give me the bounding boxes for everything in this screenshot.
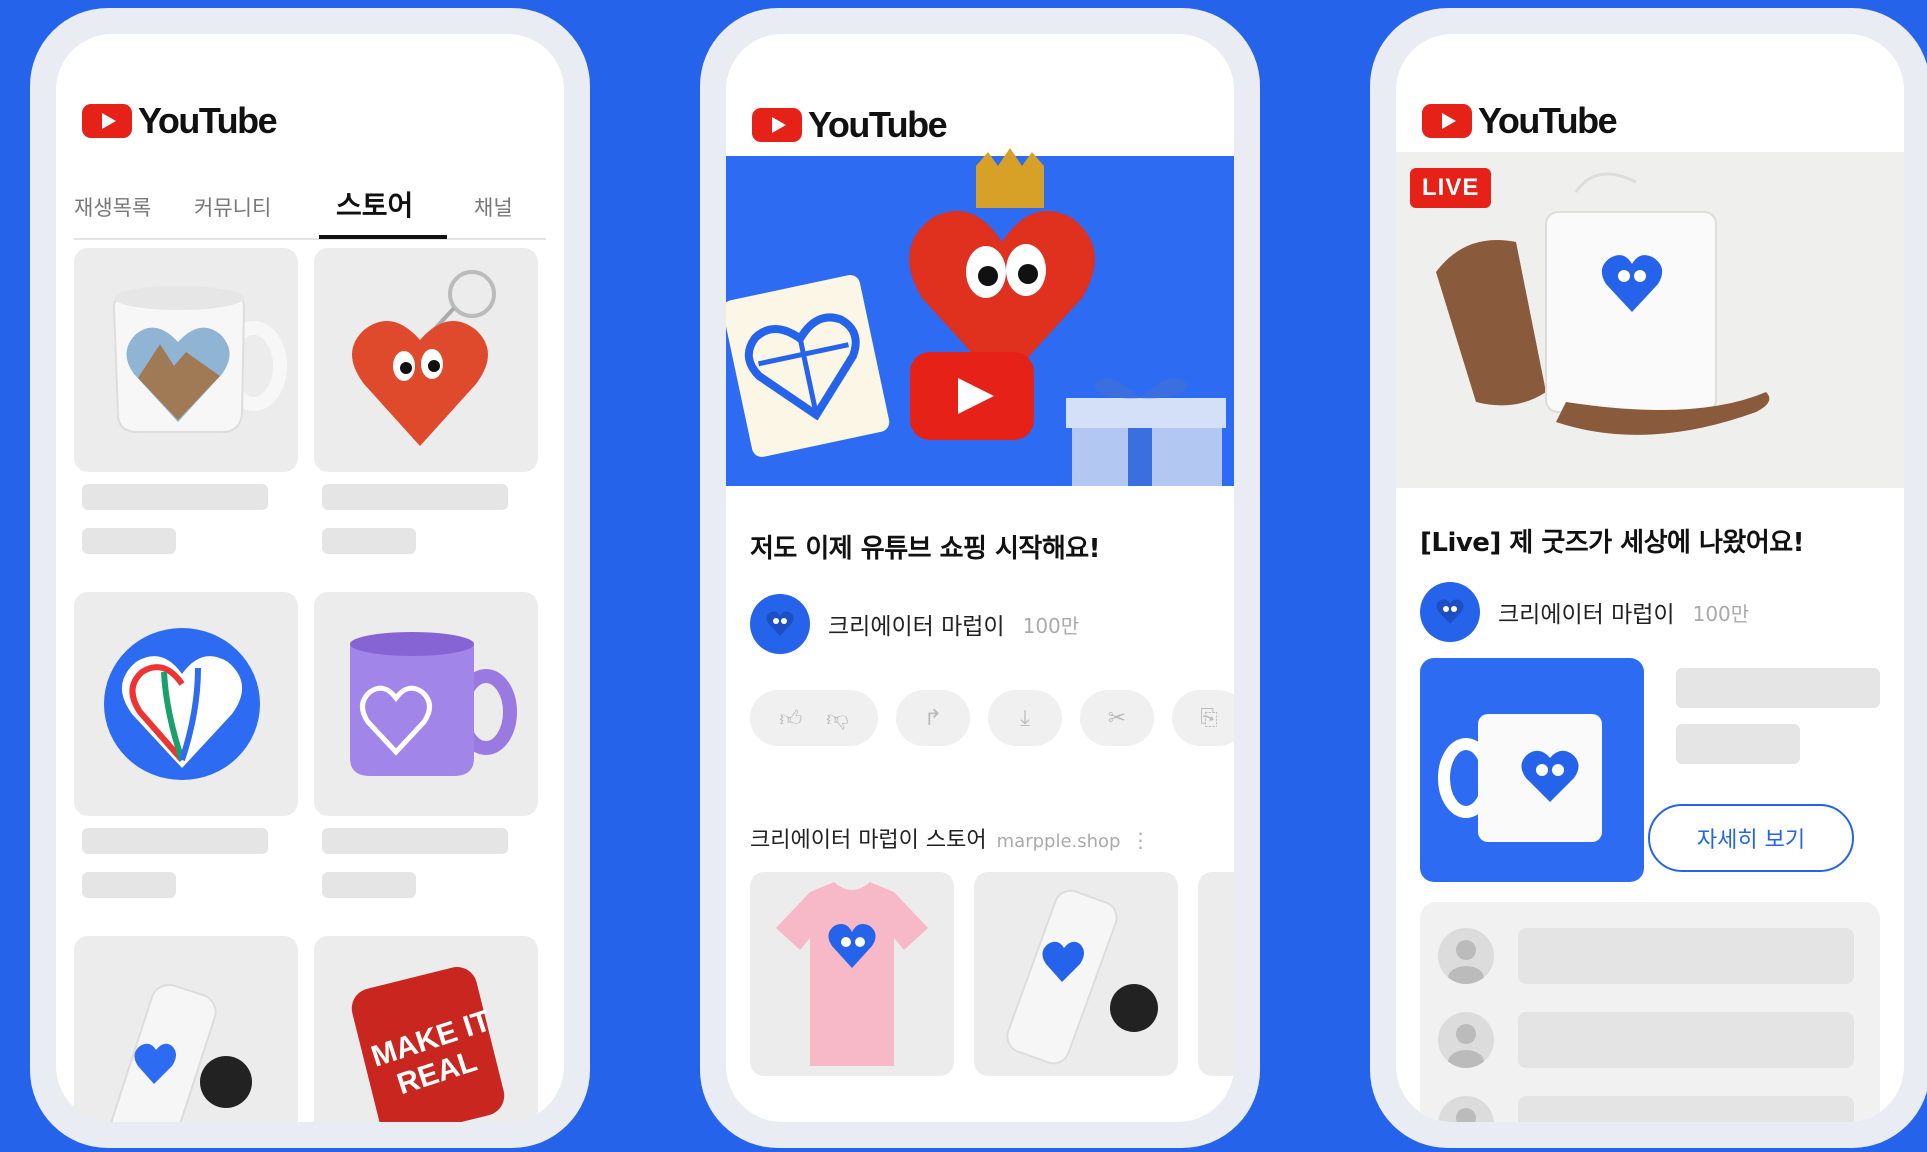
phone-screen: YouTube 저도 이제 유튜브 쇼핑 시작해요! 크리에이터 마럽이 100… <box>726 34 1234 1122</box>
featured-product-card[interactable] <box>1420 658 1644 882</box>
thumbs-down-icon: 👎︎ <box>826 706 849 732</box>
more-options-icon[interactable]: ⋮ <box>1130 828 1150 852</box>
channel-avatar[interactable] <box>750 594 810 654</box>
user-avatar-icon <box>1448 940 1484 984</box>
skeleton-comment <box>1518 1096 1854 1122</box>
youtube-logo[interactable]: YouTube <box>1422 100 1618 142</box>
user-avatar <box>1438 928 1494 984</box>
user-avatar-icon <box>1456 1108 1476 1122</box>
youtube-play-icon <box>1422 104 1472 138</box>
skeleton-title <box>322 828 508 854</box>
thumbs-up-icon: 👍︎ <box>779 706 803 732</box>
tab-community[interactable]: 커뮤니티 <box>194 192 271 222</box>
phone-screen: YouTube LIVE [Live] 제 굿즈가 세상에 나왔어요! 크리에이… <box>1396 34 1904 1122</box>
save-button[interactable]: ⎘ <box>1172 690 1234 746</box>
channel-name: 크리에이터 마럽이 <box>1498 602 1675 628</box>
phone-live: YouTube LIVE [Live] 제 굿즈가 세상에 나왔어요! 크리에이… <box>1370 8 1927 1148</box>
skeleton-title <box>322 484 508 510</box>
channel-row[interactable]: 크리에이터 마럽이 100만 <box>750 594 1079 654</box>
product-card[interactable] <box>74 936 298 1122</box>
mug-icon <box>350 632 517 776</box>
skeleton-price <box>82 528 176 554</box>
youtube-play-icon <box>82 104 132 138</box>
user-avatar <box>1438 1096 1494 1122</box>
skeleton-price <box>1676 724 1800 764</box>
tumbler-icon <box>102 983 252 1122</box>
skeleton-title <box>82 828 268 854</box>
video-title: [Live] 제 굿즈가 세상에 나왔어요! <box>1420 528 1805 558</box>
live-video-player[interactable]: LIVE <box>1396 152 1904 488</box>
mug-icon <box>1438 714 1602 842</box>
skeleton-price <box>322 872 416 898</box>
product-card[interactable] <box>74 248 298 472</box>
sticker-icon <box>104 628 260 780</box>
tumbler-icon <box>1006 889 1158 1065</box>
subscriber-count: 100만 <box>1692 601 1750 626</box>
view-details-button[interactable]: 자세히 보기 <box>1648 804 1854 872</box>
download-button[interactable]: ⤓ <box>988 690 1062 746</box>
tab-store[interactable]: 스토어 <box>336 184 413 224</box>
skeleton-title <box>82 484 268 510</box>
video-thumbnail <box>726 148 1226 486</box>
product-card-partial[interactable] <box>1198 872 1234 1076</box>
skeleton-price <box>322 528 416 554</box>
video-title: 저도 이제 유튜브 쇼핑 시작해요! <box>750 534 1101 564</box>
product-card[interactable] <box>974 872 1178 1076</box>
active-tab-underline <box>319 235 447 239</box>
heart-mascot-icon <box>766 611 794 636</box>
phone-video: YouTube 저도 이제 유튜브 쇼핑 시작해요! 크리에이터 마럽이 100… <box>700 8 1260 1148</box>
store-title: 크리에이터 마럽이 스토어 <box>750 828 987 853</box>
youtube-wordmark: YouTube <box>138 100 278 141</box>
live-chat <box>1420 902 1880 1122</box>
keychain-icon <box>352 270 496 446</box>
save-icon: ⎘ <box>1200 705 1218 731</box>
user-avatar-icon <box>1448 1024 1484 1068</box>
share-icon: ↱ <box>923 705 943 731</box>
clip-button[interactable]: ✂ <box>1080 690 1154 746</box>
skeleton-price <box>82 872 176 898</box>
product-card[interactable] <box>314 248 538 472</box>
tshirt-icon <box>776 882 928 1066</box>
scissors-icon: ✂ <box>1107 705 1127 731</box>
phone-store: YouTube 재생목록 커뮤니티 스토어 채널 MAKE IT REAL <box>30 8 590 1148</box>
channel-name: 크리에이터 마럽이 <box>828 614 1005 640</box>
product-card[interactable] <box>750 872 954 1076</box>
subscriber-count: 100만 <box>1022 613 1080 638</box>
video-player[interactable] <box>726 148 1234 486</box>
youtube-logo[interactable]: YouTube <box>82 100 278 142</box>
skeleton-title <box>1676 668 1880 708</box>
phone-screen: YouTube 재생목록 커뮤니티 스토어 채널 MAKE IT REAL <box>56 34 564 1122</box>
product-card[interactable] <box>314 592 538 816</box>
skeleton-comment <box>1518 928 1854 984</box>
skeleton-comment <box>1518 1012 1854 1068</box>
live-badge: LIVE <box>1410 168 1492 208</box>
user-avatar <box>1438 1012 1494 1068</box>
tab-channel[interactable]: 채널 <box>474 192 513 222</box>
mug-icon <box>112 286 287 433</box>
youtube-wordmark: YouTube <box>1478 100 1618 141</box>
product-card[interactable] <box>74 592 298 816</box>
tab-playlists[interactable]: 재생목록 <box>74 192 151 222</box>
store-url[interactable]: marpple.shop <box>997 831 1121 852</box>
pillow-icon: MAKE IT REAL <box>351 967 505 1122</box>
heart-mascot-icon <box>1436 599 1464 624</box>
store-shelf-header: 크리에이터 마럽이 스토어 marpple.shop ⋮ <box>750 822 1150 854</box>
channel-avatar[interactable] <box>1420 582 1480 642</box>
share-button[interactable]: ↱ <box>896 690 970 746</box>
product-card[interactable]: MAKE IT REAL <box>314 936 538 1122</box>
download-icon: ⤓ <box>1020 705 1030 731</box>
channel-tabs: 재생목록 커뮤니티 스토어 채널 <box>74 184 546 240</box>
channel-row[interactable]: 크리에이터 마럽이 100만 <box>1420 582 1749 642</box>
like-dislike-button[interactable]: 👍︎ 👎︎ <box>750 690 878 746</box>
